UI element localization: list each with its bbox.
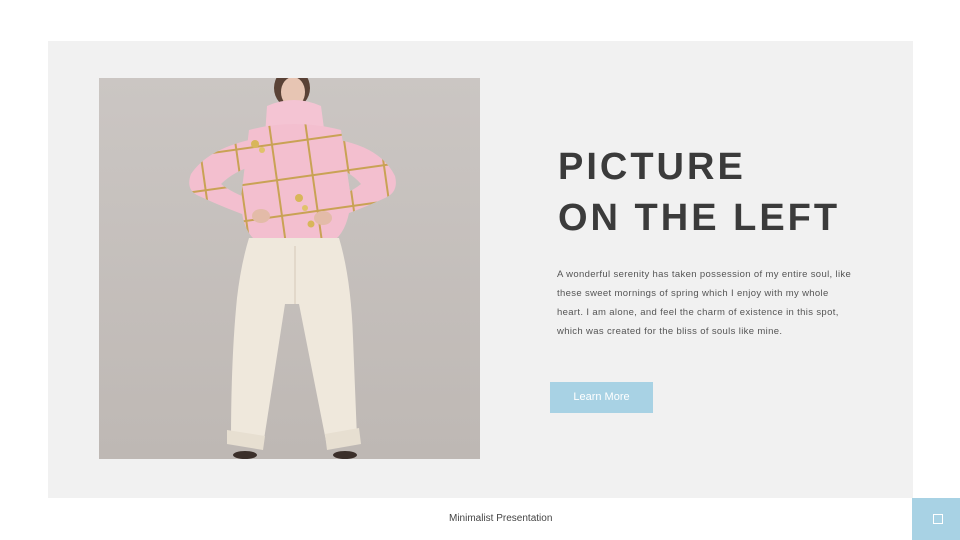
model-illustration [99,78,480,459]
fashion-photo [99,78,480,459]
body-text: A wonderful serenity has taken possessio… [557,269,852,337]
corner-nav-box[interactable] [912,498,960,540]
footer-label: Minimalist Presentation [449,513,553,524]
square-icon [933,514,943,524]
learn-more-button[interactable]: Learn More [550,382,653,413]
title-line-1: PICTURE [558,146,746,188]
slide: PICTURE ON THE LEFT A wonderful serenity… [0,0,960,540]
slide-title: PICTURE ON THE LEFT [558,142,898,244]
title-line-2: ON THE LEFT [558,197,841,239]
